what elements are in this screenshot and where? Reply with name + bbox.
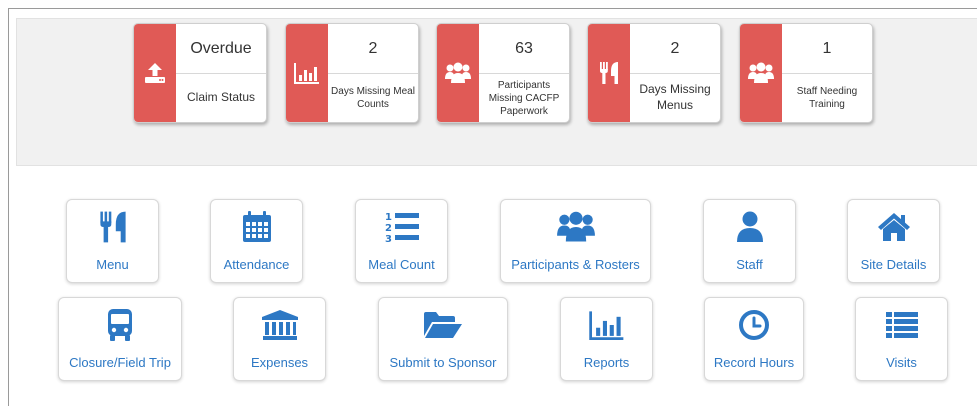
participants-missing-value: 63 bbox=[479, 24, 569, 74]
meal-counts-value: 2 bbox=[328, 24, 418, 74]
bank-icon bbox=[261, 309, 299, 341]
bar-chart-icon bbox=[588, 310, 626, 340]
tile-reports[interactable]: Reports bbox=[560, 297, 653, 381]
tile-attendance-label: Attendance bbox=[223, 257, 290, 272]
utensils-icon bbox=[99, 210, 127, 244]
tile-participants-rosters[interactable]: Participants & Rosters bbox=[500, 199, 651, 283]
tile-site-details-label: Site Details bbox=[860, 257, 927, 272]
tile-staff-label: Staff bbox=[736, 257, 763, 272]
svg-text:3: 3 bbox=[385, 234, 392, 244]
tile-closure-field-trip-label: Closure/Field Trip bbox=[69, 355, 171, 370]
participants-missing-label: Participants Missing CACFP Paperwork bbox=[488, 79, 560, 117]
tile-record-hours-label: Record Hours bbox=[713, 355, 795, 370]
claim-status-label: Claim Status bbox=[186, 90, 256, 105]
tile-submit-to-sponsor[interactable]: Submit to Sponsor bbox=[378, 297, 508, 381]
tile-participants-rosters-label: Participants & Rosters bbox=[511, 257, 640, 272]
bus-icon bbox=[106, 308, 134, 342]
menus-label: Days Missing Menus bbox=[639, 82, 711, 112]
list-icon bbox=[885, 310, 919, 340]
status-card-staff-needing-training[interactable]: 1 Staff Needing Training bbox=[739, 23, 873, 123]
tile-visits-label: Visits bbox=[886, 355, 917, 370]
home-icon bbox=[877, 212, 911, 242]
svg-text:1: 1 bbox=[385, 212, 392, 223]
tile-expenses[interactable]: Expenses bbox=[233, 297, 326, 381]
tile-visits[interactable]: Visits bbox=[855, 297, 948, 381]
upload-icon bbox=[144, 62, 166, 84]
users-icon bbox=[445, 62, 471, 84]
tile-reports-label: Reports bbox=[583, 355, 630, 370]
tile-menu[interactable]: Menu bbox=[66, 199, 159, 283]
tile-expenses-label: Expenses bbox=[250, 355, 309, 370]
tile-meal-count[interactable]: 123 Meal Count bbox=[355, 199, 448, 283]
calendar-icon bbox=[242, 211, 272, 243]
tile-closure-field-trip[interactable]: Closure/Field Trip bbox=[58, 297, 182, 381]
tile-site-details[interactable]: Site Details bbox=[847, 199, 940, 283]
clock-icon bbox=[739, 310, 769, 340]
tile-menu-label: Menu bbox=[96, 257, 129, 272]
user-icon bbox=[736, 211, 764, 243]
status-card-days-missing-meal-counts[interactable]: 2 Days Missing Meal Counts bbox=[285, 23, 419, 123]
svg-text:2: 2 bbox=[385, 223, 392, 234]
meal-counts-label: Days Missing Meal Counts bbox=[331, 86, 415, 110]
tile-attendance[interactable]: Attendance bbox=[210, 199, 303, 283]
bar-chart-icon bbox=[294, 62, 320, 84]
status-card-participants-missing-paperwork[interactable]: 63 Participants Missing CACFP Paperwork bbox=[436, 23, 570, 123]
users-icon bbox=[748, 62, 774, 84]
tile-submit-to-sponsor-label: Submit to Sponsor bbox=[389, 355, 497, 370]
status-card-claim-status[interactable]: Overdue Claim Status bbox=[133, 23, 267, 123]
numbered-list-icon: 123 bbox=[384, 210, 420, 244]
tile-record-hours[interactable]: Record Hours bbox=[704, 297, 804, 381]
users-icon bbox=[556, 211, 595, 243]
claim-status-value: Overdue bbox=[176, 24, 266, 74]
menus-value: 2 bbox=[630, 24, 720, 74]
status-card-days-missing-menus[interactable]: 2 Days Missing Menus bbox=[587, 23, 721, 123]
utensils-icon bbox=[599, 61, 619, 85]
tile-meal-count-label: Meal Count bbox=[368, 257, 435, 272]
folder-open-icon bbox=[423, 310, 463, 340]
staff-training-label: Staff Needing Training bbox=[796, 86, 858, 110]
tile-staff[interactable]: Staff bbox=[703, 199, 796, 283]
staff-training-value: 1 bbox=[782, 24, 872, 74]
